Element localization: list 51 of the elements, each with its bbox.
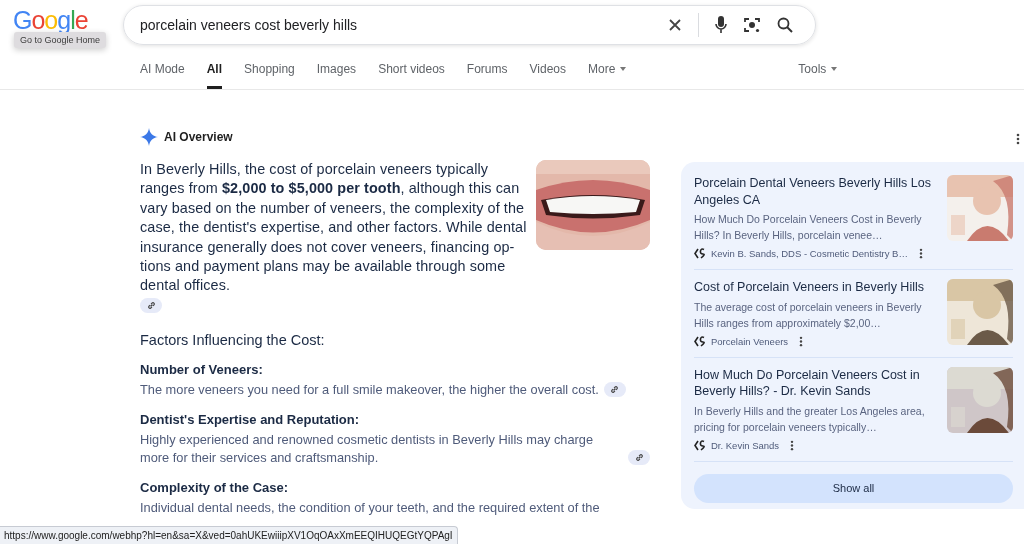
site-name: Dr. Kevin Sands (711, 439, 780, 451)
link-icon (634, 453, 644, 463)
source-snippet: In Beverly Hills and the greater Los Angeles area, pricing for porcelain veneers typically… (694, 403, 926, 435)
factor-text: Individual dental needs, the condition of your teeth, and the required extent of the (140, 499, 600, 517)
source-link-button[interactable] (140, 298, 162, 314)
search-tab[interactable]: Forums (466, 62, 508, 89)
close-icon[interactable] (668, 18, 682, 32)
overview-summary: In Beverly Hills, the cost of porcelain veneers typically ranges from $2,000 to $5,000 per tooth, although this can vary based on the number of veneers, the complexity of the case, the dentist's expertise, and other factors. While dental insurance generally does not cover veneers, financing op-tions and payment plans may be available through some dental offices. (140, 160, 528, 296)
status-bar-url: https://www.google.com/webhp?hl=en&sa=X&ved=0ahUKEwiiipXV1OqOAxXmEEQIHUQEGtYQPAgI (0, 526, 458, 544)
factor-title: Number of Veneers: (140, 361, 264, 377)
search-field[interactable]: porcelain veneers cost beverly hills (140, 17, 652, 33)
more-options-icon[interactable] (799, 335, 804, 347)
tools-menu[interactable]: Tools (798, 62, 838, 89)
link-icon (146, 301, 156, 311)
site-name: Porcelain Veneers (711, 335, 789, 347)
link-icon (610, 385, 620, 395)
more-menu[interactable]: More (588, 62, 627, 89)
more-options-icon[interactable] (790, 439, 795, 451)
source-snippet: The average cost of porcelain veneers in Beverly Hills ranges from approximately $2,00… (694, 299, 923, 331)
site-logo-icon (694, 248, 706, 259)
site-logo-icon (694, 439, 706, 451)
search-tab[interactable]: Shopping (244, 62, 295, 89)
source-snippet: How Much Do Porcelain Veneers Cost in Beverly Hills? In Beverly Hills, porcelain venee… (694, 212, 923, 243)
search-tab[interactable]: Videos (529, 62, 566, 89)
search-icon[interactable] (777, 17, 793, 33)
factor-text: Highly experienced and renowned cosmetic dentists in Beverly Hills may charge more for their services and craftsmanship. (140, 431, 595, 467)
more-options-icon[interactable] (918, 248, 923, 259)
search-tab[interactable]: AI Mode (140, 62, 185, 89)
search-tab[interactable]: Short videos (378, 62, 445, 89)
sparkle-icon (140, 128, 158, 146)
search-tab[interactable]: All (206, 62, 223, 89)
caret-icon (620, 67, 627, 71)
factor-title: Complexity of the Case: (140, 480, 290, 496)
source-link-button[interactable] (603, 382, 626, 398)
microphone-icon[interactable] (715, 16, 727, 34)
source-title[interactable]: How Much Do Porcelain Veneers Cost in Beverly Hills? - Dr. Kevin Sands (694, 366, 939, 400)
search-tab[interactable]: Images (316, 62, 357, 89)
factor-text: The more veneers you need for a full smile makeover, the higher the overall cost. (140, 380, 599, 399)
tooltip: Go to Google Home (14, 32, 107, 48)
factor-title: Dentist's Expertise and Reputation: (140, 412, 361, 428)
camera-icon[interactable] (743, 16, 761, 34)
source-title[interactable]: Porcelain Dental Veneers Beverly Hills Los Angeles CA (694, 175, 939, 208)
section-heading: Factors Influencing the Cost: (140, 331, 326, 348)
source-link-button[interactable] (628, 450, 650, 466)
source-title[interactable]: Cost of Porcelain Veneers in Beverly Hills (694, 279, 939, 296)
more-options-icon[interactable] (1016, 133, 1020, 145)
overview-title: AI Overview (164, 130, 233, 144)
show-all-button[interactable]: Show all (694, 473, 1013, 503)
caret-icon (831, 67, 838, 71)
site-name: Kevin B. Sands, DDS - Cosmetic Dentistry B… (711, 248, 908, 259)
site-logo-icon (694, 335, 706, 347)
